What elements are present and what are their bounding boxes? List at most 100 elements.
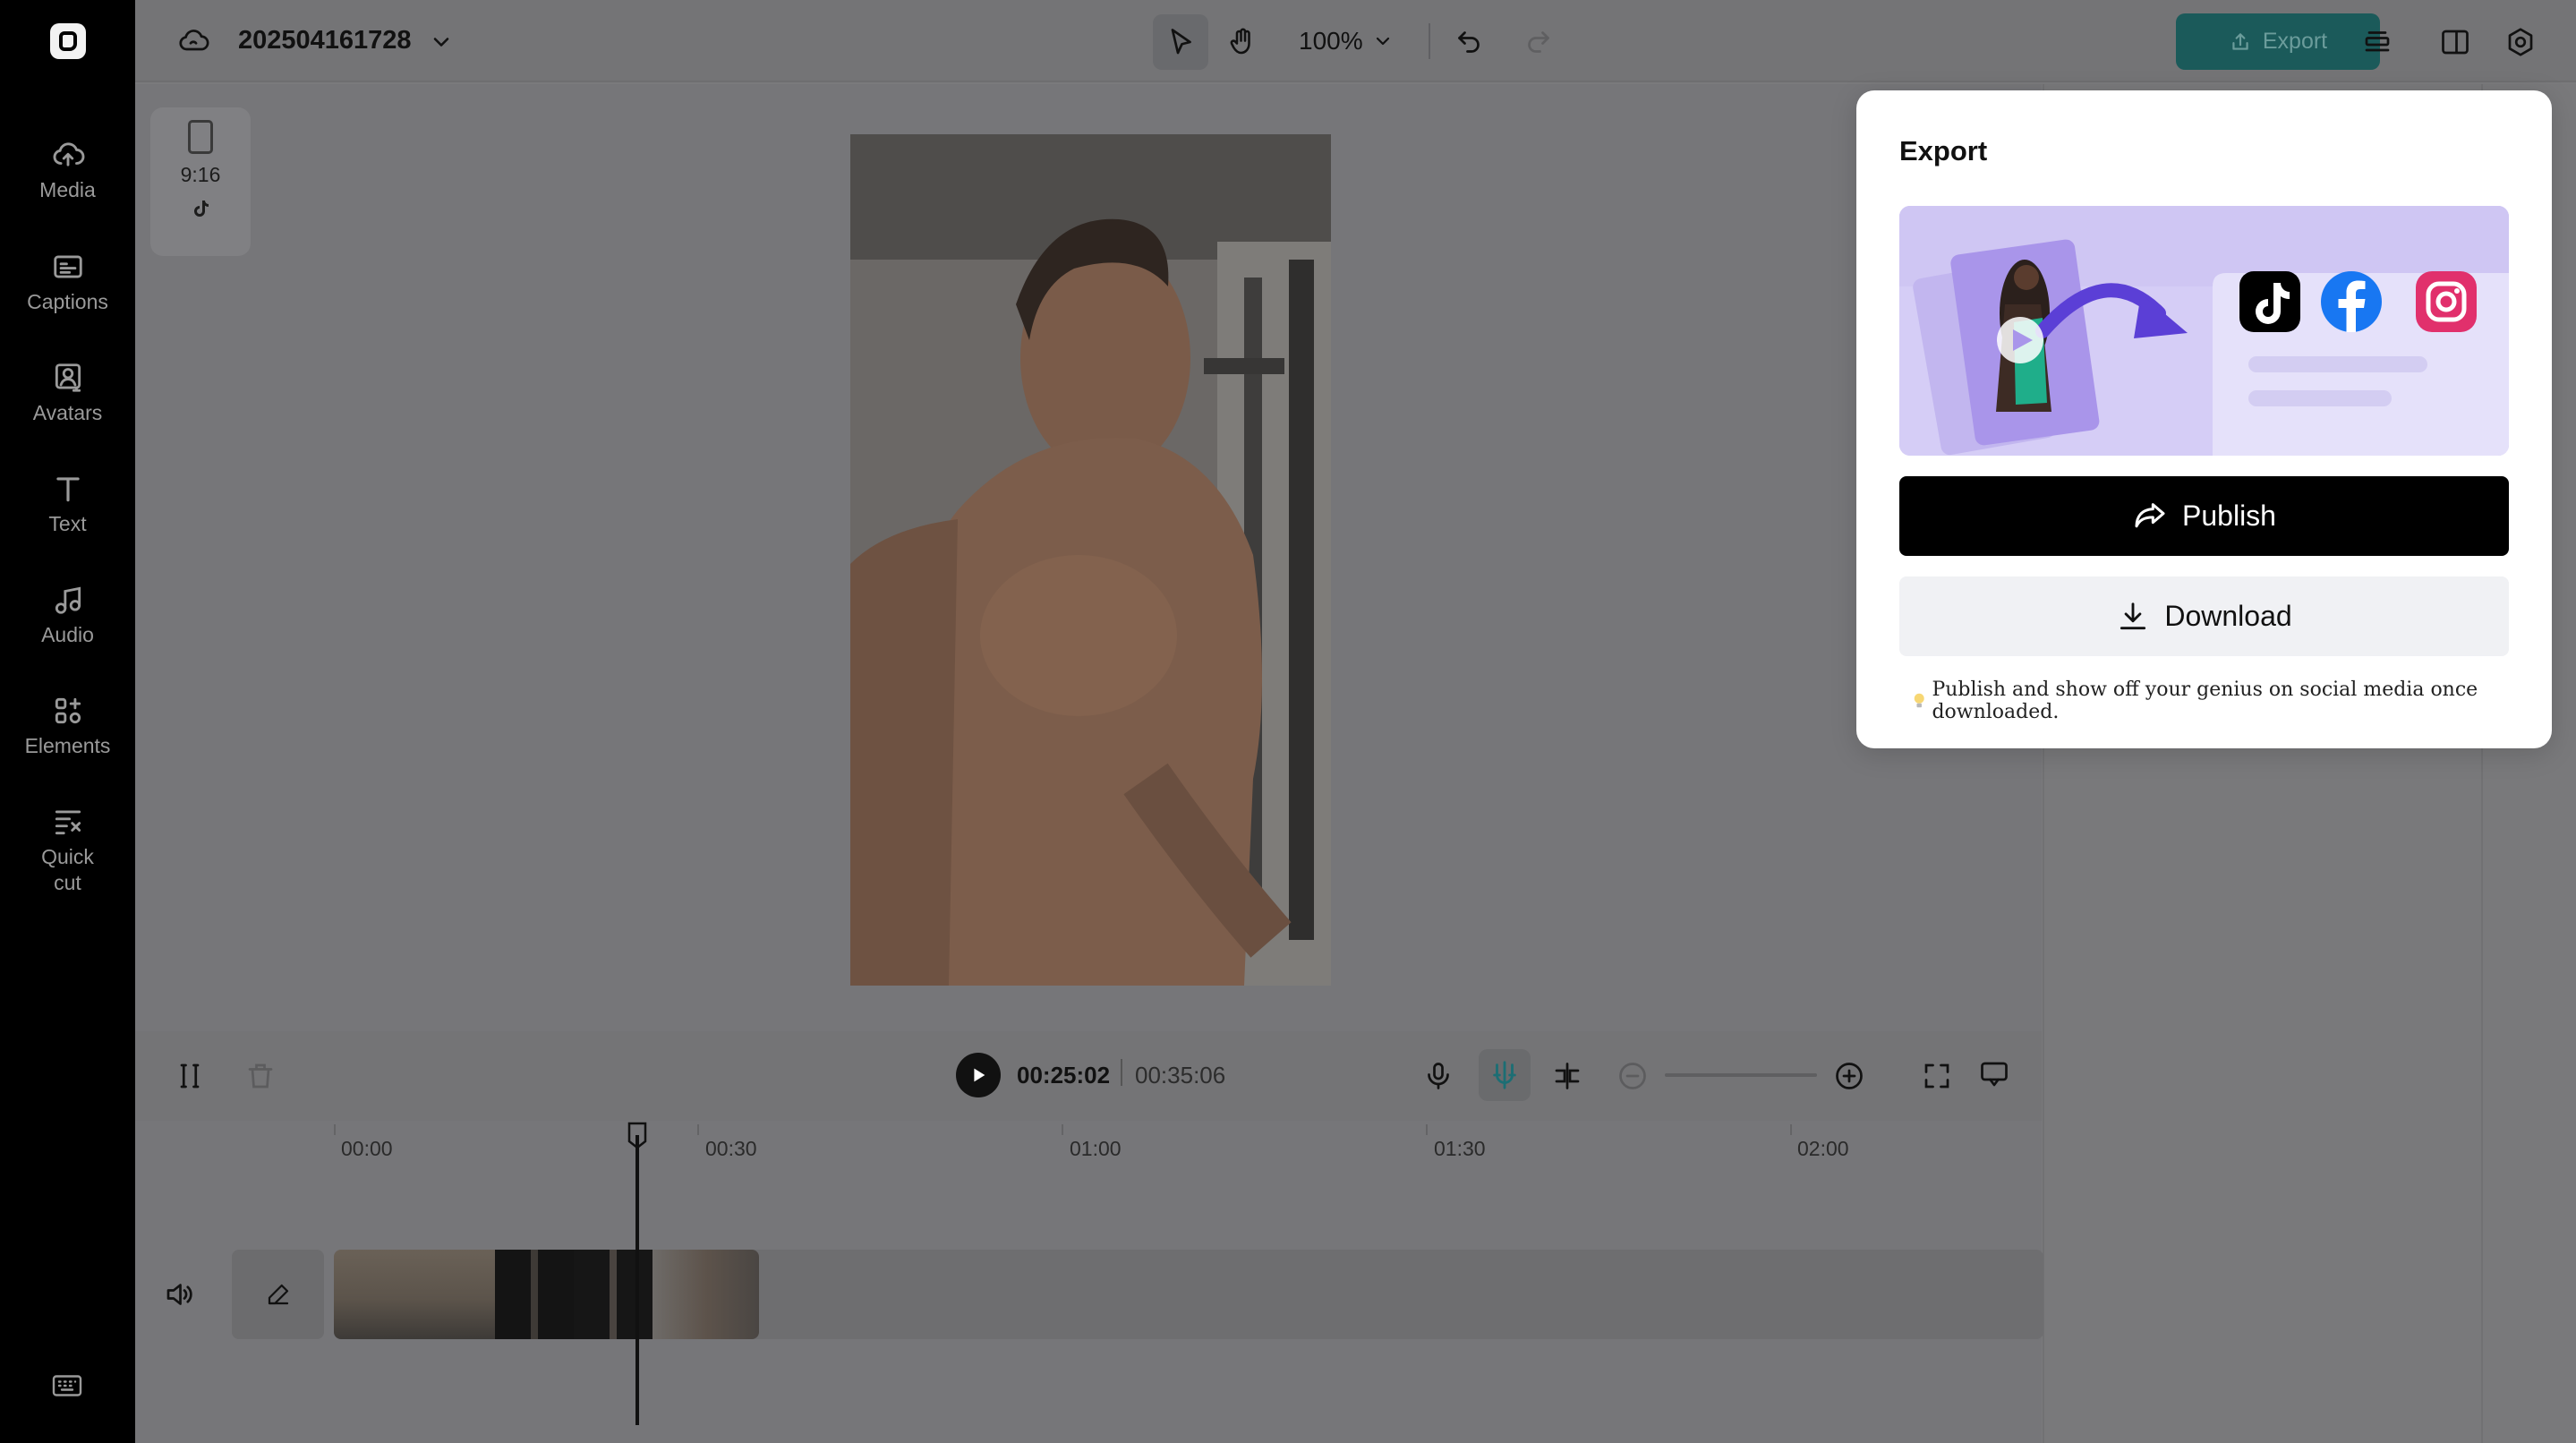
undo-button[interactable]: [1441, 14, 1497, 70]
captions-icon: [53, 255, 82, 278]
time-separator: [1121, 1059, 1122, 1086]
current-time: 00:25:02: [1017, 1062, 1111, 1089]
ruler-tick: [334, 1124, 336, 1135]
video-clip[interactable]: [334, 1250, 759, 1339]
timeline-zoom-slider[interactable]: [1665, 1073, 1817, 1077]
align-center-icon[interactable]: [1551, 1060, 1583, 1092]
redo-button[interactable]: [1511, 14, 1566, 70]
sidebar-item-audio[interactable]: Audio: [0, 583, 135, 648]
popup-title: Export: [1899, 135, 1988, 166]
sidebar-item-avatars[interactable]: Avatars: [0, 361, 135, 426]
download-button[interactable]: Download: [1899, 576, 2509, 656]
aspect-ratio-label: 9:16: [180, 163, 221, 186]
layers-button[interactable]: [2350, 14, 2405, 70]
export-popup: Export Publish Download Publish and show…: [1856, 90, 2552, 748]
zoom-dropdown[interactable]: 100%: [1299, 27, 1394, 56]
comment-icon[interactable]: [1978, 1058, 2010, 1090]
hand-tool-button[interactable]: [1215, 14, 1270, 70]
sidebar-item-label: Text: [48, 512, 87, 535]
download-button-label: Download: [2164, 600, 2292, 632]
sidebar-item-label: Audio: [41, 623, 94, 646]
download-icon: [2120, 602, 2146, 629]
ruler-tick: [1062, 1124, 1063, 1135]
layers-icon: [2365, 31, 2390, 52]
select-tool-button[interactable]: [1153, 14, 1208, 70]
ruler-label: 01:00: [1070, 1137, 1122, 1160]
clip-thumbnail: [495, 1250, 574, 1339]
magnet-icon: [1493, 1061, 1516, 1089]
delete-icon[interactable]: [244, 1060, 277, 1092]
publish-button[interactable]: Publish: [1899, 476, 2509, 556]
popup-tip: Publish and show off your genius on soci…: [1912, 679, 2552, 723]
split-panel-icon: [2442, 30, 2469, 55]
play-icon: [974, 1068, 985, 1082]
top-bar: 202504161728 100% Export: [135, 0, 2576, 82]
pencil-icon: [268, 1284, 288, 1305]
cloud-sync-icon[interactable]: [175, 25, 211, 57]
ruler-tick: [1426, 1124, 1428, 1135]
tiktok-icon: [194, 201, 209, 217]
video-frame-image: [850, 134, 1331, 986]
left-sidebar: Media Captions Avatars Text Audio Elemen…: [0, 0, 135, 1443]
snap-toggle-button[interactable]: [1479, 1049, 1531, 1101]
zoom-out-icon[interactable]: [1616, 1060, 1649, 1092]
zoom-value: 100%: [1299, 27, 1363, 55]
volume-icon[interactable]: [163, 1278, 195, 1311]
sidebar-item-text[interactable]: Text: [0, 472, 135, 537]
settings-button[interactable]: [2493, 14, 2548, 70]
lightbulb-icon: [1914, 693, 1924, 708]
zoom-in-icon[interactable]: [1833, 1060, 1865, 1092]
quick-cut-icon: [55, 810, 81, 835]
upload-icon: [2232, 32, 2248, 50]
total-time: 00:35:06: [1135, 1062, 1226, 1089]
fullscreen-icon[interactable]: [1921, 1060, 1953, 1092]
track-edit-button[interactable]: [232, 1250, 324, 1339]
ruler-tick: [697, 1124, 699, 1135]
ruler-label: 00:30: [705, 1137, 757, 1160]
sidebar-item-label: Avatars: [32, 401, 103, 424]
elements-icon: [55, 697, 81, 724]
sidebar-item-quick-cut[interactable]: Quick cut: [0, 805, 135, 896]
phone-ratio-icon: [188, 120, 213, 154]
sidebar-item-label: Elements: [24, 734, 111, 757]
export-button-label: Export: [2262, 29, 2328, 54]
text-icon: [55, 477, 80, 502]
ruler-label: 01:30: [1434, 1137, 1486, 1160]
microphone-icon[interactable]: [1422, 1060, 1454, 1092]
social-promo-illustration: [1899, 206, 2509, 456]
promo-illustration-icon: [1899, 206, 2509, 456]
sidebar-item-label: Quick cut: [41, 845, 94, 894]
play-button[interactable]: [956, 1053, 1001, 1097]
undo-icon: [1458, 31, 1480, 53]
aspect-ratio-card[interactable]: 9:16: [150, 107, 251, 256]
app-logo[interactable]: [50, 23, 86, 59]
music-note-icon: [55, 586, 81, 614]
chevron-down-icon[interactable]: [429, 30, 454, 55]
cursor-icon: [1171, 29, 1191, 55]
video-preview[interactable]: [850, 134, 1331, 986]
avatar-icon: [55, 363, 81, 392]
project-name[interactable]: 202504161728: [238, 26, 412, 56]
sidebar-item-media[interactable]: Media: [0, 138, 135, 203]
share-arrow-icon: [2135, 502, 2165, 527]
sidebar-item-label: Captions: [27, 290, 108, 313]
ruler-label: 00:00: [341, 1137, 393, 1160]
playhead-handle-icon[interactable]: [627, 1121, 648, 1149]
clip-thumbnail: [653, 1250, 759, 1339]
sidebar-item-captions[interactable]: Captions: [0, 250, 135, 315]
redo-icon: [1528, 31, 1549, 53]
tip-text: Publish and show off your genius on soci…: [1932, 679, 2478, 723]
playhead[interactable]: [635, 1135, 639, 1425]
panel-toggle-button[interactable]: [2427, 14, 2483, 70]
clip-thumbnail: [334, 1250, 495, 1339]
keyboard-icon[interactable]: [51, 1370, 83, 1402]
cloud-upload-icon: [53, 142, 84, 166]
publish-button-label: Publish: [2182, 500, 2276, 532]
ruler-label: 02:00: [1797, 1137, 1849, 1160]
ruler-tick: [1790, 1124, 1792, 1135]
sidebar-item-elements[interactable]: Elements: [0, 694, 135, 759]
clip-thumbnail: [574, 1250, 653, 1339]
hand-icon: [1230, 28, 1250, 55]
gear-icon: [2508, 28, 2533, 56]
split-icon[interactable]: [174, 1060, 206, 1092]
